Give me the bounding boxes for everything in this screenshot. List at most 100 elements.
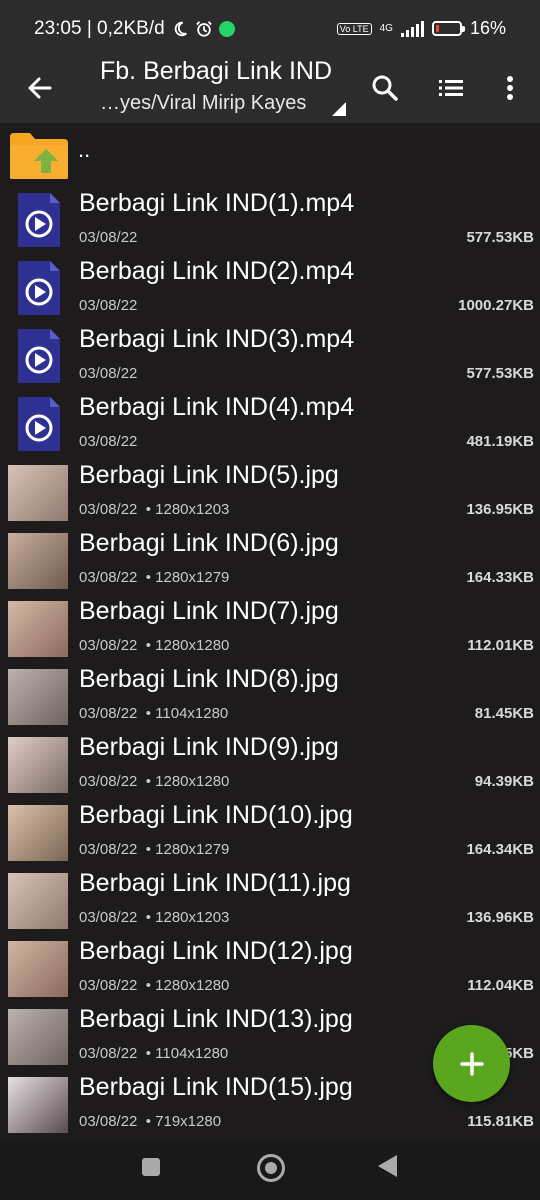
video-file-icon xyxy=(18,329,60,383)
file-dimensions: • 719x1280 xyxy=(145,1113,222,1130)
file-row[interactable]: Berbagi Link IND(8).jpg 03/08/22 • 1104x1… xyxy=(0,663,540,731)
image-thumbnail xyxy=(8,669,68,725)
file-name: Berbagi Link IND(13).jpg xyxy=(79,1005,353,1033)
view-mode-button[interactable] xyxy=(431,68,471,108)
list-view-icon xyxy=(439,80,463,96)
file-dimensions: • 1104x1280 xyxy=(145,1045,229,1062)
file-size: 112.01KB xyxy=(467,637,534,654)
file-row[interactable]: Berbagi Link IND(3).mp4 03/08/22 577.53KB xyxy=(0,323,540,391)
image-thumbnail xyxy=(8,601,68,657)
network-type: 4G xyxy=(379,23,393,34)
file-date: 03/08/22 xyxy=(79,501,138,518)
search-icon xyxy=(372,75,398,101)
add-button[interactable] xyxy=(433,1025,510,1102)
file-row[interactable]: Berbagi Link IND(5).jpg 03/08/22 • 1280x1… xyxy=(0,459,540,527)
signal-icon xyxy=(400,20,424,37)
search-button[interactable] xyxy=(365,68,405,108)
file-name: Berbagi Link IND(12).jpg xyxy=(79,937,353,965)
file-name: Berbagi Link IND(2).mp4 xyxy=(79,257,355,285)
file-row[interactable]: Berbagi Link IND(2).mp4 03/08/22 1000.27KB xyxy=(0,255,540,323)
file-dimensions: • 1280x1280 xyxy=(145,773,230,790)
file-date: 03/08/22 xyxy=(79,1045,138,1062)
file-dimensions: • 1280x1203 xyxy=(145,501,230,518)
file-date: 03/08/22 xyxy=(79,773,138,790)
plus-icon xyxy=(459,1051,484,1076)
file-size: 115.81KB xyxy=(467,1113,534,1130)
file-row[interactable]: Berbagi Link IND(4).mp4 03/08/22 481.19KB xyxy=(0,391,540,459)
file-meta: 03/08/22 • 1280x1279 xyxy=(79,569,229,586)
file-row[interactable]: Berbagi Link IND(10).jpg 03/08/22 • 1280x… xyxy=(0,799,540,867)
file-dimensions: • 1280x1279 xyxy=(145,841,230,858)
file-dimensions: • 1280x1280 xyxy=(145,637,230,654)
image-thumbnail xyxy=(8,1077,68,1133)
file-row[interactable]: Berbagi Link IND(12).jpg 03/08/22 • 1280x… xyxy=(0,935,540,1003)
file-meta: 03/08/22 • 1280x1279 xyxy=(79,841,229,858)
file-size: 81.45KB xyxy=(474,705,534,722)
file-row[interactable]: Berbagi Link IND(6).jpg 03/08/22 • 1280x1… xyxy=(0,527,540,595)
file-date: 03/08/22 xyxy=(79,229,138,246)
file-size: 481.19KB xyxy=(466,433,534,450)
file-date: 03/08/22 xyxy=(79,433,138,450)
toolbar-title: Fb. Berbagi Link IND xyxy=(100,57,333,85)
image-thumbnail xyxy=(8,941,68,997)
file-row[interactable]: Berbagi Link IND(1).mp4 03/08/22 577.53KB xyxy=(0,187,540,255)
file-name: Berbagi Link IND(10).jpg xyxy=(79,801,353,829)
file-meta: 03/08/22 • 1104x1280 xyxy=(79,705,228,722)
file-size: 164.33KB xyxy=(466,569,534,586)
file-name: Berbagi Link IND(9).jpg xyxy=(79,733,339,761)
file-row[interactable]: Berbagi Link IND(7).jpg 03/08/22 • 1280x1… xyxy=(0,595,540,663)
file-date: 03/08/22 xyxy=(79,365,138,382)
file-name: Berbagi Link IND(1).mp4 xyxy=(79,189,355,217)
file-date: 03/08/22 xyxy=(79,1113,138,1130)
file-meta: 03/08/22 xyxy=(79,229,137,246)
image-thumbnail xyxy=(8,737,68,793)
dropdown-triangle-icon[interactable] xyxy=(332,102,346,116)
file-meta: 03/08/22 xyxy=(79,297,137,314)
recents-button[interactable] xyxy=(142,1158,160,1176)
file-name: Berbagi Link IND(4).mp4 xyxy=(79,393,355,421)
toolbar: Fb. Berbagi Link IND …yes/Viral Mirip Ka… xyxy=(0,57,540,123)
file-size: 136.96KB xyxy=(466,909,534,926)
volte-badge: Vo LTE xyxy=(336,22,372,35)
file-size: 94.39KB xyxy=(474,773,534,790)
file-name: Berbagi Link IND(5).jpg xyxy=(79,461,339,489)
arrow-left-icon xyxy=(28,77,52,99)
status-bar: 23:05 | 0,2KB/d Vo LTE 4G 16% xyxy=(0,0,540,60)
file-date: 03/08/22 xyxy=(79,977,138,994)
system-nav-bar xyxy=(0,1140,540,1200)
file-date: 03/08/22 xyxy=(79,841,138,858)
file-dimensions: • 1280x1279 xyxy=(145,569,230,586)
video-file-icon xyxy=(18,261,60,315)
more-vert-icon xyxy=(507,76,513,100)
more-options-button[interactable] xyxy=(490,68,530,108)
home-button[interactable] xyxy=(257,1154,285,1182)
file-meta: 03/08/22 xyxy=(79,433,137,450)
moon-icon xyxy=(174,21,187,37)
status-left: 23:05 | 0,2KB/d xyxy=(34,18,235,40)
system-back-button[interactable] xyxy=(378,1155,397,1177)
file-size: 136.95KB xyxy=(466,501,534,518)
file-dimensions: • 1104x1280 xyxy=(145,705,229,722)
battery-icon xyxy=(431,21,465,36)
file-name: Berbagi Link IND(15).jpg xyxy=(79,1073,353,1101)
file-row[interactable]: Berbagi Link IND(11).jpg 03/08/22 • 1280x… xyxy=(0,867,540,935)
parent-folder-row[interactable]: .. xyxy=(0,123,540,187)
file-date: 03/08/22 xyxy=(79,637,138,654)
file-dimensions: • 1280x1280 xyxy=(145,977,230,994)
file-meta: 03/08/22 • 1280x1203 xyxy=(79,501,229,518)
file-size: 577.53KB xyxy=(466,229,534,246)
image-thumbnail xyxy=(8,873,68,929)
file-row[interactable]: Berbagi Link IND(9).jpg 03/08/22 • 1280x1… xyxy=(0,731,540,799)
file-name: Berbagi Link IND(7).jpg xyxy=(79,597,339,625)
file-date: 03/08/22 xyxy=(79,297,138,314)
file-dimensions: • 1280x1203 xyxy=(145,909,230,926)
file-meta: 03/08/22 xyxy=(79,365,137,382)
file-name: Berbagi Link IND(6).jpg xyxy=(79,529,339,557)
path-selector[interactable]: …yes/Viral Mirip Kayes xyxy=(100,92,306,115)
back-button[interactable] xyxy=(20,68,60,108)
video-file-icon xyxy=(18,193,60,247)
file-date: 03/08/22 xyxy=(79,569,138,586)
whatsapp-icon xyxy=(218,21,235,37)
image-thumbnail xyxy=(8,1009,68,1065)
video-file-icon xyxy=(18,397,60,451)
